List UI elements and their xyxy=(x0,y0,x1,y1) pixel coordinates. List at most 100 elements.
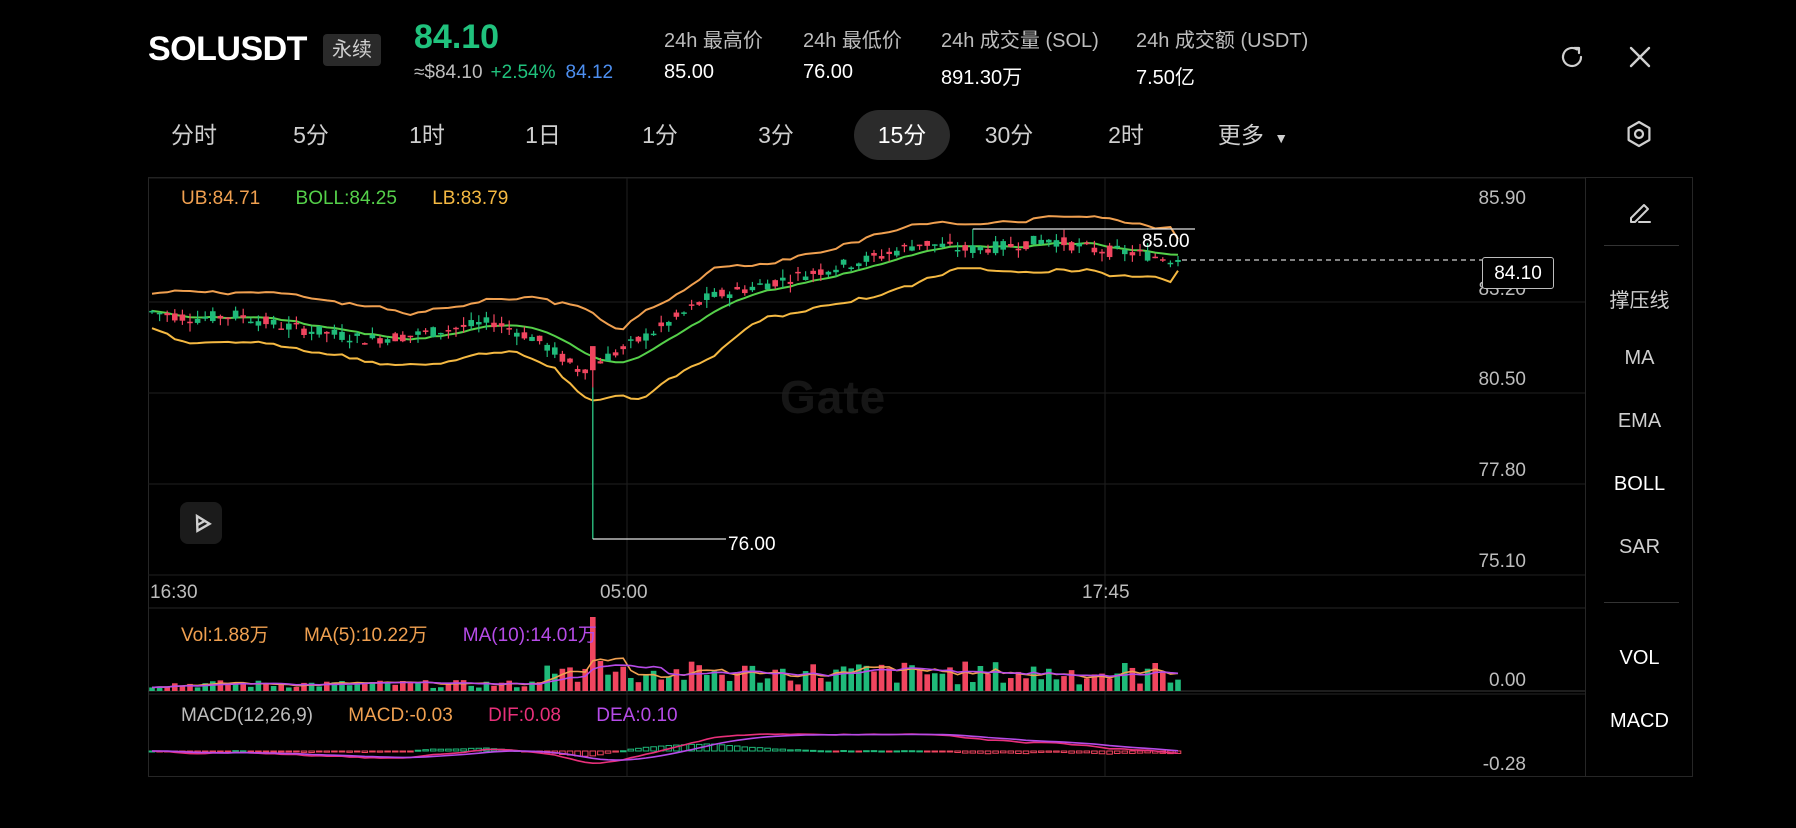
candle-body xyxy=(726,294,733,299)
legend-vol: Vol:1.88万 xyxy=(181,625,269,646)
indicator-ema[interactable]: EMA xyxy=(1586,410,1693,433)
candle-body xyxy=(278,328,284,330)
indicator-ma[interactable]: MA xyxy=(1586,347,1693,370)
candle-body xyxy=(681,312,687,314)
candle-body xyxy=(544,344,550,351)
candle-body xyxy=(1160,259,1166,261)
macd-bar xyxy=(954,750,961,754)
candle-body xyxy=(339,331,345,340)
candle-body xyxy=(430,327,436,337)
macd-bar xyxy=(604,750,612,754)
volume-bar xyxy=(901,662,908,691)
macd-bar xyxy=(718,744,726,752)
main-legend: UB:84.71 BOLL:84.25 LB:83.79 xyxy=(181,188,508,210)
indicator-vol[interactable]: VOL xyxy=(1586,647,1693,670)
candle-body xyxy=(293,322,300,325)
candle-body xyxy=(453,327,459,330)
candle-body xyxy=(977,246,984,251)
y-tick: 77.80 xyxy=(1478,460,1526,481)
macd-bar xyxy=(749,746,756,752)
candle-body xyxy=(415,331,421,335)
volume-bar xyxy=(225,684,231,691)
indicator-sar[interactable]: SAR xyxy=(1586,536,1693,559)
candle-body xyxy=(871,252,877,256)
y-tick: 80.50 xyxy=(1478,369,1526,390)
candle-body xyxy=(643,333,649,341)
volume-bar xyxy=(1106,678,1113,691)
volume-bar xyxy=(612,671,619,691)
candle-body xyxy=(894,250,900,256)
candle-body xyxy=(658,322,664,327)
volume-bar xyxy=(749,665,756,691)
volume-bar xyxy=(886,668,892,691)
candle-body xyxy=(445,330,452,332)
candle-body xyxy=(856,263,862,267)
candle-body xyxy=(612,352,619,356)
candle-body xyxy=(438,332,444,335)
macd-bar xyxy=(977,750,984,754)
volume-bar xyxy=(696,665,702,691)
volume-bar xyxy=(597,661,604,691)
macd-bar xyxy=(597,750,604,756)
macd-bar xyxy=(1075,750,1083,754)
annotations xyxy=(592,228,1482,540)
candle-body xyxy=(818,269,824,275)
indicator-support-resistance[interactable]: 撑压线 xyxy=(1586,284,1693,313)
candle-body xyxy=(886,251,892,255)
draw-tool-button[interactable] xyxy=(1586,196,1693,232)
macd-bar xyxy=(391,750,399,753)
candle-body xyxy=(1122,249,1128,255)
volume-bar xyxy=(194,687,201,691)
candle-body xyxy=(384,339,391,343)
candle-body xyxy=(605,353,611,361)
macd-bar xyxy=(794,749,802,752)
macd-bar xyxy=(1015,750,1022,754)
candle-body xyxy=(863,255,870,262)
volume-bar xyxy=(514,687,520,691)
macd-bar xyxy=(612,750,619,753)
volume-bar xyxy=(1053,679,1060,691)
legend-macd-title: MACD(12,26,9) xyxy=(181,705,313,726)
candle-body xyxy=(1061,237,1067,246)
candle-body xyxy=(331,329,338,335)
candle-body xyxy=(1068,242,1075,251)
kline-chart[interactable] xyxy=(0,0,1796,828)
volume-bar xyxy=(1084,678,1090,691)
candle-body xyxy=(772,280,778,287)
macd-bar xyxy=(285,750,293,753)
candle-body xyxy=(529,336,535,341)
macd-bar xyxy=(756,747,764,752)
macd-bar xyxy=(779,748,787,752)
candle-body xyxy=(1000,241,1006,250)
volume-bar xyxy=(628,677,634,691)
volume-bar xyxy=(726,680,733,691)
candle-body xyxy=(848,267,854,270)
indicator-boll[interactable]: BOLL xyxy=(1586,473,1693,496)
volume-bar xyxy=(346,685,353,691)
candle-body xyxy=(1053,240,1060,247)
volume-bar xyxy=(757,682,763,691)
volume-bar xyxy=(286,687,292,691)
macd-bar xyxy=(1083,750,1091,754)
candle-body xyxy=(878,256,885,259)
volume-bar xyxy=(1076,684,1082,691)
volume-bar xyxy=(932,673,938,691)
exchange-logo-button[interactable] xyxy=(180,502,222,544)
candle-body xyxy=(764,283,771,290)
volume-bar xyxy=(939,673,946,691)
candle-body xyxy=(202,317,208,319)
macd-bar xyxy=(589,750,597,757)
volume-bar xyxy=(574,681,581,691)
macd-bar xyxy=(581,750,589,757)
volume-bar xyxy=(666,676,672,691)
macd-bar xyxy=(642,746,650,752)
indicator-macd[interactable]: MACD xyxy=(1586,710,1693,733)
volume-bar xyxy=(711,671,718,691)
candle-body xyxy=(1084,242,1090,245)
candle-body xyxy=(704,293,710,300)
macd-histogram xyxy=(148,733,1182,765)
candle-body xyxy=(392,333,398,342)
high-label: 85.00 xyxy=(1142,231,1190,252)
volume-bar xyxy=(316,686,322,691)
volume-bar xyxy=(840,666,847,691)
